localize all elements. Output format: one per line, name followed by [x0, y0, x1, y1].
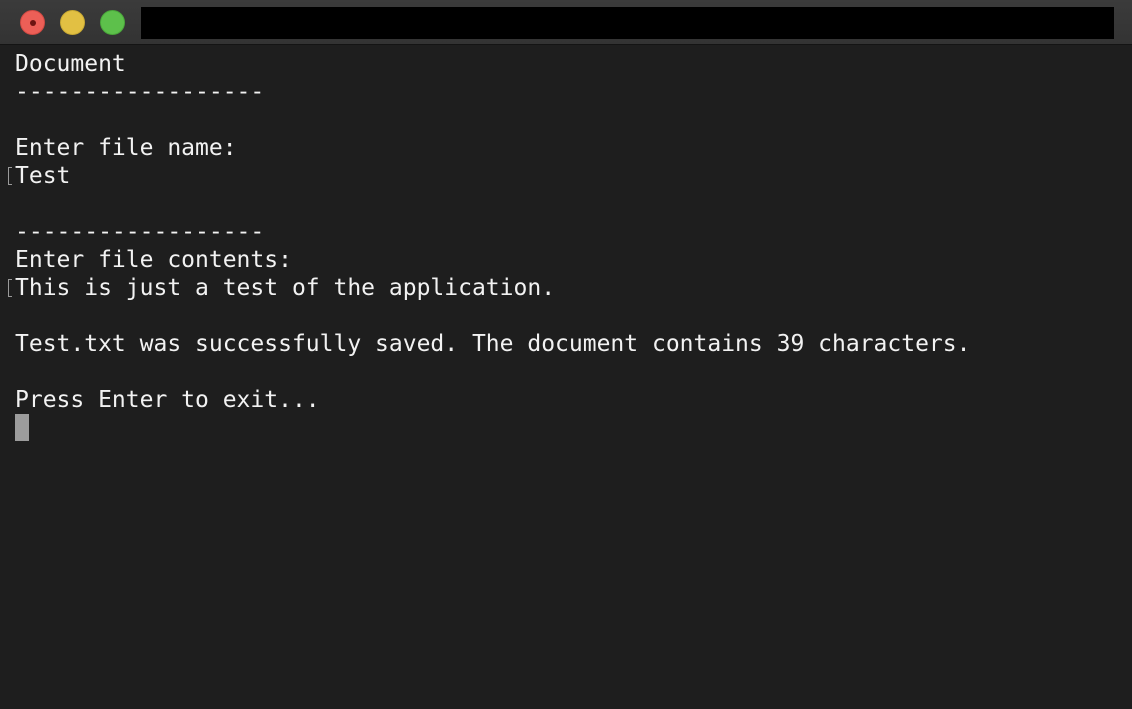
terminal-line: Document [15, 51, 126, 77]
terminal-line: This is just a test of the application. [15, 275, 556, 301]
input-marker-icon [8, 167, 12, 185]
input-marker-icon [8, 279, 12, 297]
window-title [141, 7, 1114, 39]
terminal-line: ------------------ [15, 219, 265, 245]
terminal-line: ------------------ [15, 79, 265, 105]
terminal-window: Document ------------------ Enter file n… [0, 0, 1132, 709]
terminal-line: Press Enter to exit... [15, 387, 320, 413]
terminal-line: Test.txt was successfully saved. The doc… [15, 331, 971, 357]
terminal-output[interactable]: Document ------------------ Enter file n… [0, 45, 1132, 709]
title-bar[interactable] [0, 0, 1132, 45]
close-button[interactable] [20, 10, 45, 35]
terminal-line: Test [15, 163, 71, 189]
terminal-line: Enter file contents: [15, 247, 292, 273]
minimize-button[interactable] [60, 10, 85, 35]
zoom-button[interactable] [100, 10, 125, 35]
text-cursor [15, 414, 29, 441]
close-icon [30, 20, 36, 26]
terminal-line: Enter file name: [15, 135, 237, 161]
